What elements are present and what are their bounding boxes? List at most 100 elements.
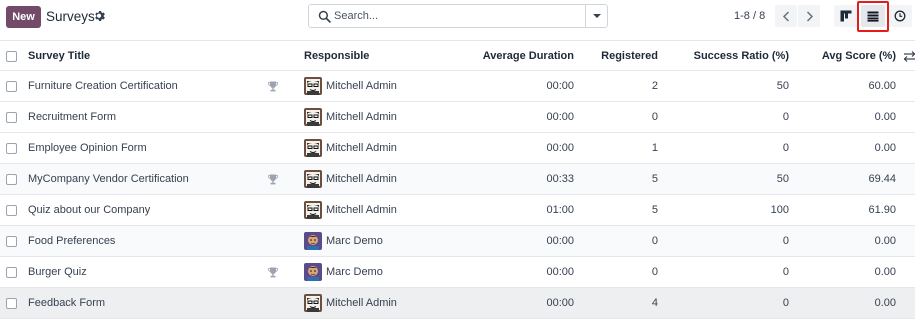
new-button[interactable]: New bbox=[6, 6, 41, 28]
table-header: Survey Title Responsible Average Duratio… bbox=[0, 40, 915, 71]
avg-score: 0.00 bbox=[874, 266, 896, 278]
search-icon bbox=[318, 10, 331, 23]
surveys-table: Survey Title Responsible Average Duratio… bbox=[0, 40, 915, 319]
select-all-checkbox[interactable] bbox=[6, 51, 17, 62]
trophy-icon bbox=[268, 174, 278, 185]
avatar bbox=[304, 294, 322, 312]
column-header-success[interactable]: Success Ratio (%) bbox=[680, 50, 789, 62]
responsible-name[interactable]: Marc Demo bbox=[326, 235, 383, 247]
search-options-toggle[interactable] bbox=[585, 5, 607, 27]
registered-count: 5 bbox=[651, 173, 658, 185]
column-header-title[interactable]: Survey Title bbox=[28, 50, 90, 62]
kanban-view-icon bbox=[840, 10, 852, 22]
survey-title: Feedback Form bbox=[28, 297, 106, 309]
kanban-view-button[interactable] bbox=[834, 5, 858, 27]
survey-title: Burger Quiz bbox=[28, 266, 87, 278]
success-ratio: 0 bbox=[782, 235, 789, 247]
avatar-marc-icon bbox=[304, 263, 322, 281]
table-row[interactable]: Quiz about our Company Mitchell Admin 01:0… bbox=[0, 195, 915, 226]
average-duration: 00:00 bbox=[546, 142, 574, 154]
column-header-registered[interactable]: Registered bbox=[590, 50, 658, 62]
row-checkbox[interactable] bbox=[6, 112, 17, 123]
table-row[interactable]: Feedback Form Mitchell Admin 00:00 4 0 0.00 bbox=[0, 288, 915, 319]
page-title: Surveys bbox=[46, 9, 95, 24]
list-view-button[interactable] bbox=[861, 5, 885, 27]
avg-score: 0.00 bbox=[874, 297, 896, 309]
success-ratio: 0 bbox=[782, 142, 789, 154]
registered-count: 0 bbox=[651, 266, 658, 278]
avatar-mitchell-icon bbox=[304, 294, 322, 312]
responsible-name[interactable]: Mitchell Admin bbox=[326, 142, 397, 154]
row-checkbox[interactable] bbox=[6, 205, 17, 216]
table-row[interactable]: Food Preferences Marc Demo 00:00 0 0 0.00 bbox=[0, 226, 915, 257]
responsible-name[interactable]: Mitchell Admin bbox=[326, 111, 397, 123]
registered-count: 2 bbox=[651, 80, 658, 92]
search-input[interactable] bbox=[334, 7, 584, 25]
activity-view-button[interactable] bbox=[888, 5, 912, 27]
gear-icon[interactable] bbox=[94, 10, 106, 22]
responsible-name[interactable]: Marc Demo bbox=[326, 266, 383, 278]
pager-previous-button[interactable] bbox=[775, 5, 797, 27]
avg-score: 0.00 bbox=[874, 111, 896, 123]
success-ratio: 100 bbox=[770, 204, 789, 216]
survey-title: Furniture Creation Certification bbox=[28, 80, 178, 92]
responsible-name[interactable]: Mitchell Admin bbox=[326, 173, 397, 185]
chevron-right-icon bbox=[806, 10, 813, 22]
responsible-name[interactable]: Mitchell Admin bbox=[326, 204, 397, 216]
pager-next-button[interactable] bbox=[798, 5, 820, 27]
control-panel: New Surveys 1-8 / 8 bbox=[0, 0, 915, 40]
avatar-mitchell-icon bbox=[304, 170, 322, 188]
registered-count: 0 bbox=[651, 235, 658, 247]
responsible-name[interactable]: Mitchell Admin bbox=[326, 80, 397, 92]
avatar-mitchell-icon bbox=[304, 77, 322, 95]
responsible-name[interactable]: Mitchell Admin bbox=[326, 297, 397, 309]
average-duration: 00:33 bbox=[546, 173, 574, 185]
avg-score: 69.44 bbox=[868, 173, 896, 185]
avg-score: 0.00 bbox=[874, 235, 896, 247]
avg-score: 61.90 bbox=[868, 204, 896, 216]
avatar bbox=[304, 263, 322, 281]
column-header-avg-score[interactable]: Avg Score (%) bbox=[800, 50, 896, 62]
table-row[interactable]: Employee Opinion Form Mitchell Admin 00:00… bbox=[0, 133, 915, 164]
sliders-icon[interactable] bbox=[904, 51, 915, 62]
table-row[interactable]: Burger Quiz Marc Demo 00:00 0 0 0.00 bbox=[0, 257, 915, 288]
table-row[interactable]: MyCompany Vendor Certification Mitchell A… bbox=[0, 164, 915, 195]
row-checkbox[interactable] bbox=[6, 143, 17, 154]
registered-count: 0 bbox=[651, 111, 658, 123]
clock-icon bbox=[894, 10, 906, 22]
avg-score: 0.00 bbox=[874, 142, 896, 154]
success-ratio: 50 bbox=[776, 80, 789, 92]
average-duration: 00:00 bbox=[546, 297, 574, 309]
survey-title: Recruitment Form bbox=[28, 111, 117, 123]
avatar bbox=[304, 77, 322, 95]
row-checkbox[interactable] bbox=[6, 174, 17, 185]
pager-value[interactable]: 1-8 / 8 bbox=[734, 10, 765, 22]
avatar bbox=[304, 139, 322, 157]
row-checkbox[interactable] bbox=[6, 81, 17, 92]
row-checkbox[interactable] bbox=[6, 267, 17, 278]
trophy-icon bbox=[268, 267, 278, 278]
average-duration: 00:00 bbox=[546, 80, 574, 92]
average-duration: 01:00 bbox=[546, 204, 574, 216]
survey-title: MyCompany Vendor Certification bbox=[28, 173, 189, 185]
column-header-responsible[interactable]: Responsible bbox=[304, 50, 369, 62]
survey-title: Employee Opinion Form bbox=[28, 142, 147, 154]
chevron-left-icon bbox=[782, 10, 789, 22]
row-checkbox[interactable] bbox=[6, 236, 17, 247]
avatar-marc-icon bbox=[304, 232, 322, 250]
row-checkbox[interactable] bbox=[6, 298, 17, 309]
survey-title: Food Preferences bbox=[28, 235, 116, 247]
avg-score: 60.00 bbox=[868, 80, 896, 92]
column-header-duration[interactable]: Average Duration bbox=[470, 50, 574, 62]
average-duration: 00:00 bbox=[546, 266, 574, 278]
caret-down-icon bbox=[592, 14, 601, 18]
list-view-icon bbox=[867, 11, 879, 22]
average-duration: 00:00 bbox=[546, 235, 574, 247]
registered-count: 4 bbox=[651, 297, 658, 309]
avatar-mitchell-icon bbox=[304, 201, 322, 219]
registered-count: 5 bbox=[651, 204, 658, 216]
table-row[interactable]: Recruitment Form Mitchell Admin 00:00 0 0 0.0… bbox=[0, 102, 915, 133]
trophy-icon bbox=[268, 81, 278, 92]
registered-count: 1 bbox=[651, 142, 658, 154]
table-row[interactable]: Furniture Creation Certification Mitchell… bbox=[0, 71, 915, 102]
